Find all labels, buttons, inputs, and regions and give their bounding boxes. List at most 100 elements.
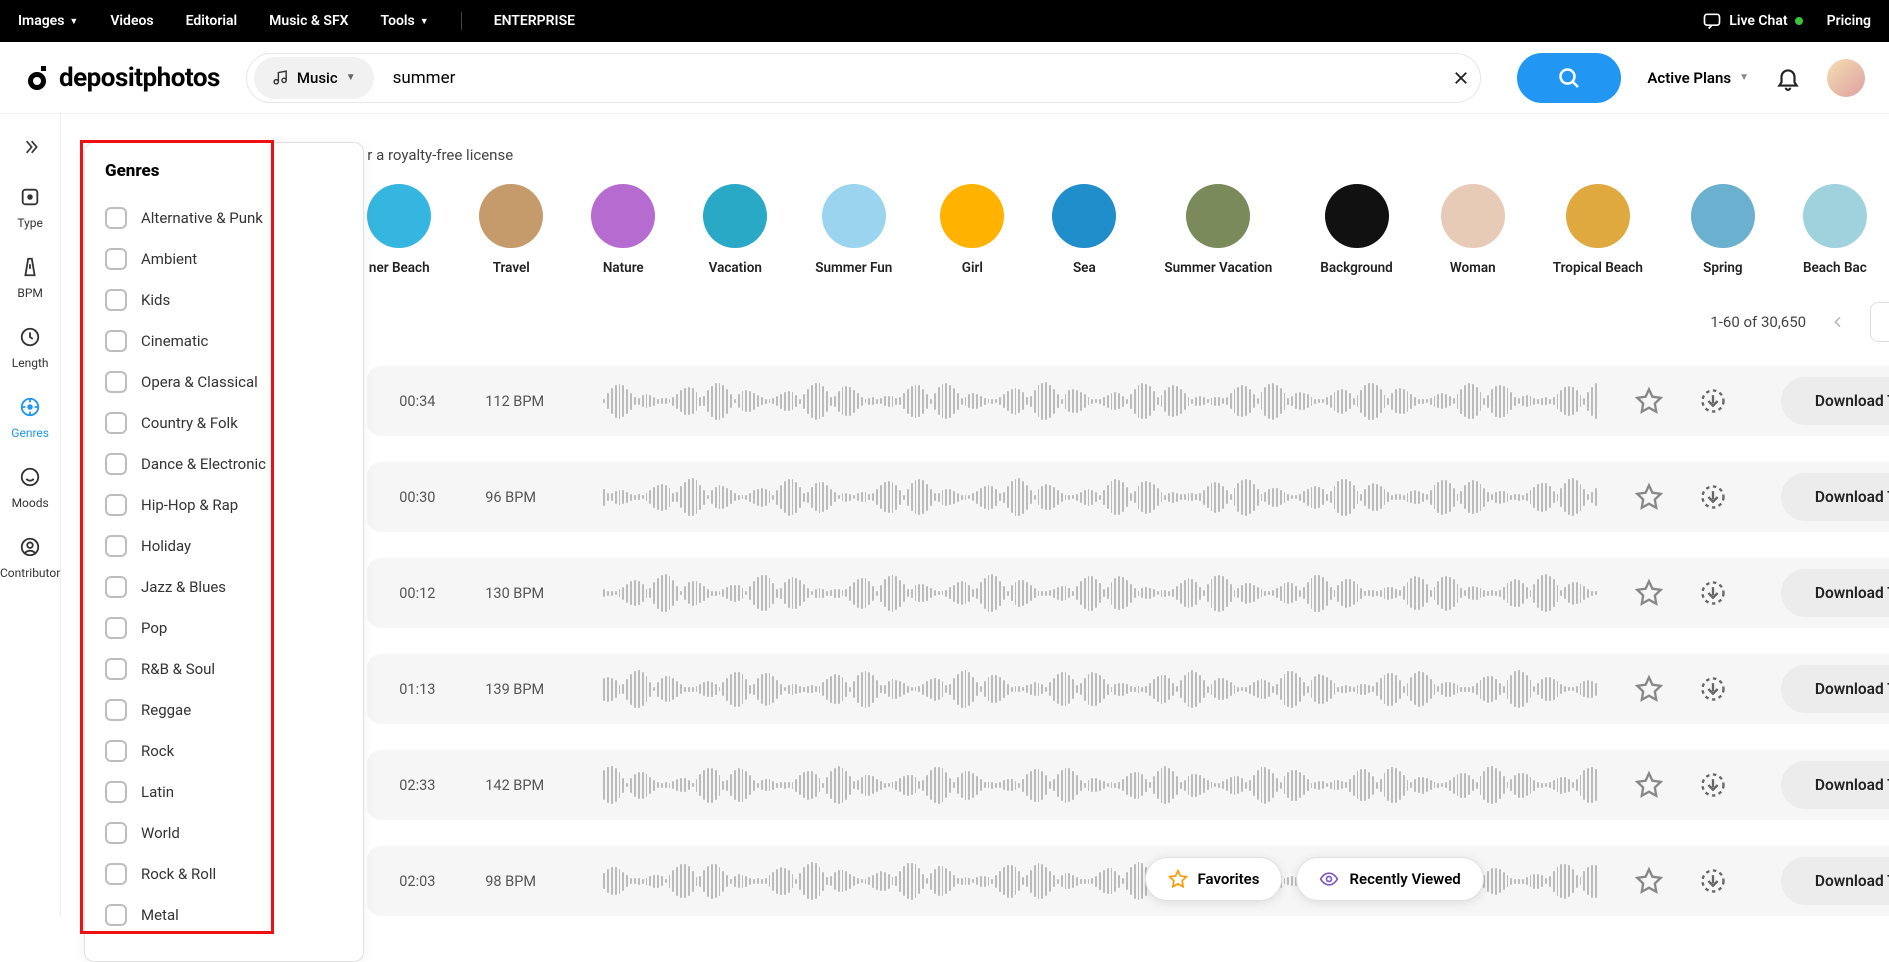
contributor-icon [17,534,43,560]
user-avatar[interactable] [1827,59,1865,97]
sidebar-item-moods[interactable]: Moods [12,464,49,510]
favorite-button[interactable] [1635,483,1663,511]
related-chip[interactable]: Nature [591,184,655,276]
search-clear-button[interactable] [1442,59,1480,97]
favorite-button[interactable] [1635,675,1663,703]
top-nav: Images▼ Videos Editorial Music & SFX Too… [0,0,1889,42]
related-chip[interactable]: Summer Fun [815,184,892,276]
nav-label: Videos [110,13,153,29]
related-chip[interactable]: Spring [1691,184,1755,276]
genre-option[interactable]: Dance & Electronic [105,443,343,484]
track-bpm: 96 BPM [485,489,567,506]
download-icon-button[interactable] [1699,579,1727,607]
nav-images[interactable]: Images▼ [18,13,78,29]
genre-option[interactable]: Country & Folk [105,402,343,443]
related-chip[interactable]: Background [1320,184,1393,276]
chip-label: Spring [1703,260,1742,276]
genre-option[interactable]: Ambient [105,238,343,279]
download-icon-button[interactable] [1699,387,1727,415]
sidebar-item-contributor[interactable]: Contributor [0,534,60,580]
search-input[interactable] [379,54,1443,102]
genre-option[interactable]: Rock & Roll [105,853,343,894]
chip-thumb [1566,184,1630,248]
related-chip[interactable]: Girl [940,184,1004,276]
download-track-button[interactable]: Download Track [1781,569,1889,617]
sidebar-item-bpm[interactable]: BPM [17,254,43,300]
pager-page-input[interactable] [1870,302,1889,342]
genre-option[interactable]: World [105,812,343,853]
chip-thumb [1441,184,1505,248]
live-chat-label: Live Chat [1729,13,1787,29]
download-track-button[interactable]: Download Track [1781,665,1889,713]
chip-label: Vacation [709,260,762,276]
checkbox-icon [105,863,127,885]
favorite-button[interactable] [1635,387,1663,415]
chip-label: Travel [493,260,530,276]
favorite-button[interactable] [1635,579,1663,607]
notifications-button[interactable] [1775,65,1801,91]
download-track-button[interactable]: Download Track [1781,377,1889,425]
pager-prev-button[interactable] [1822,306,1854,338]
genre-label: Dance & Electronic [141,455,266,473]
tracks-list: 00:34 112 BPM Download Track 00:30 96 BP… [367,366,1889,916]
checkbox-icon [105,781,127,803]
nav-enterprise[interactable]: ENTERPRISE [494,13,575,29]
genre-option[interactable]: R&B & Soul [105,648,343,689]
genre-option[interactable]: Pop [105,607,343,648]
checkbox-icon [105,904,127,926]
download-icon-button[interactable] [1699,771,1727,799]
genre-label: Rock [141,742,174,760]
genre-option[interactable]: Cinematic [105,320,343,361]
sidebar-item-type[interactable]: Type [17,184,43,230]
genre-option[interactable]: Alternative & Punk [105,197,343,238]
nav-music-sfx[interactable]: Music & SFX [269,13,348,29]
download-track-button[interactable]: Download Track [1781,761,1889,809]
favorite-button[interactable] [1635,867,1663,895]
genre-option[interactable]: Opera & Classical [105,361,343,402]
download-track-button[interactable]: Download Track [1781,857,1889,905]
related-chip[interactable]: Woman [1441,184,1505,276]
live-chat-button[interactable]: Live Chat [1702,11,1802,31]
favorites-button[interactable]: Favorites [1145,857,1283,901]
genre-option[interactable]: Latin [105,771,343,812]
related-chip[interactable]: Travel [479,184,543,276]
nav-videos[interactable]: Videos [110,13,153,29]
brand-logo[interactable]: depositphotos [24,63,220,93]
genre-option[interactable]: Hip-Hop & Rap [105,484,343,525]
favorite-button[interactable] [1635,771,1663,799]
checkbox-icon [105,453,127,475]
sidebar-item-length[interactable]: Length [12,324,49,370]
genres-panel: Genres Alternative & PunkAmbientKidsCine… [84,142,364,962]
genre-option[interactable]: Jazz & Blues [105,566,343,607]
related-chip[interactable]: Vacation [703,184,767,276]
search-category-label: Music [297,69,338,87]
recently-viewed-button[interactable]: Recently Viewed [1296,857,1483,901]
track-waveform[interactable] [603,380,1599,422]
sidebar-item-genres[interactable]: Genres [11,394,49,440]
type-icon [17,184,43,210]
track-waveform[interactable] [603,668,1599,710]
sidebar-expand[interactable] [17,134,43,160]
related-chip[interactable]: Summer Vacation [1164,184,1272,276]
related-chip[interactable]: Beach Bac [1803,184,1867,276]
download-icon-button[interactable] [1699,867,1727,895]
genre-option[interactable]: Holiday [105,525,343,566]
track-waveform[interactable] [603,572,1599,614]
download-icon-button[interactable] [1699,483,1727,511]
search-button[interactable] [1517,53,1621,103]
nav-tools[interactable]: Tools▼ [381,13,429,29]
genre-option[interactable]: Kids [105,279,343,320]
track-waveform[interactable] [603,764,1599,806]
genre-option[interactable]: Rock [105,730,343,771]
related-chip[interactable]: Tropical Beach [1553,184,1643,276]
download-track-button[interactable]: Download Track [1781,473,1889,521]
nav-pricing[interactable]: Pricing [1827,13,1871,29]
search-category-dropdown[interactable]: Music ▼ [254,57,374,99]
active-plans-dropdown[interactable]: Active Plans ▼ [1647,69,1749,87]
track-waveform[interactable] [603,476,1599,518]
genre-option[interactable]: Reggae [105,689,343,730]
related-chip[interactable]: ner Beach [367,184,431,276]
related-chip[interactable]: Sea [1052,184,1116,276]
nav-editorial[interactable]: Editorial [186,13,238,29]
download-icon-button[interactable] [1699,675,1727,703]
